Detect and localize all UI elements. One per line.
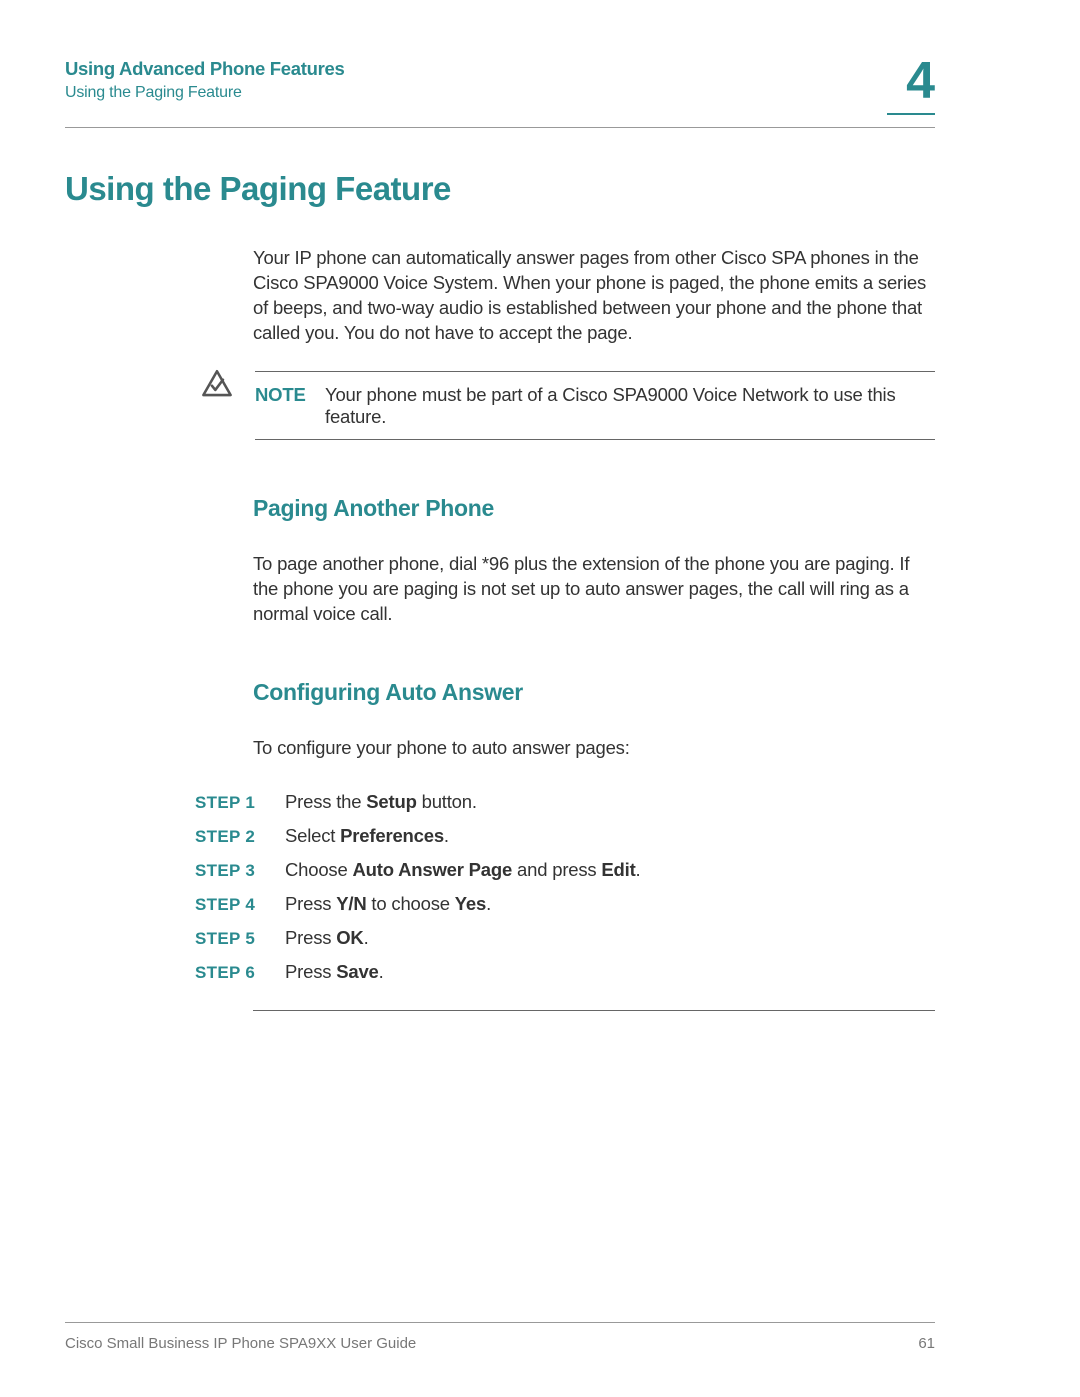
footer-guide-title: Cisco Small Business IP Phone SPA9XX Use… [65, 1335, 416, 1352]
step-row: STEP 1 Press the Setup button. [195, 791, 935, 813]
step-row: STEP 4 Press Y/N to choose Yes. [195, 893, 935, 915]
header-section-title: Using the Paging Feature [65, 84, 345, 102]
header-left: Using Advanced Phone Features Using the … [65, 55, 345, 102]
step-label: STEP 4 [195, 895, 260, 915]
note-block: NOTE Your phone must be part of a Cisco … [200, 371, 935, 440]
step-label: STEP 5 [195, 929, 260, 949]
step-text: Press the Setup button. [285, 791, 477, 813]
note-text: Your phone must be part of a Cisco SPA90… [325, 384, 935, 428]
note-label: NOTE [255, 384, 307, 406]
step-row: STEP 6 Press Save. [195, 961, 935, 983]
page-footer: Cisco Small Business IP Phone SPA9XX Use… [65, 1322, 935, 1352]
step-text: Choose Auto Answer Page and press Edit. [285, 859, 641, 881]
page-header: Using Advanced Phone Features Using the … [65, 55, 935, 125]
step-label: STEP 6 [195, 963, 260, 983]
header-rule [65, 127, 935, 128]
step-text: Press OK. [285, 927, 369, 949]
step-text: Press Save. [285, 961, 384, 983]
note-content: NOTE Your phone must be part of a Cisco … [255, 371, 935, 440]
note-check-icon [200, 369, 234, 399]
step-text: Select Preferences. [285, 825, 449, 847]
footer-page-number: 61 [918, 1335, 935, 1352]
step-label: STEP 1 [195, 793, 260, 813]
steps-list: STEP 1 Press the Setup button. STEP 2 Selec… [195, 791, 935, 983]
step-row: STEP 3 Choose Auto Answer Page and press … [195, 859, 935, 881]
chapter-number: 4 [887, 55, 935, 115]
step-label: STEP 3 [195, 861, 260, 881]
footer-rule [65, 1322, 935, 1323]
subsection-configuring-auto-answer: Configuring Auto Answer [253, 679, 935, 706]
configuring-intro: To configure your phone to auto answer p… [253, 736, 935, 761]
section-heading: Using the Paging Feature [65, 170, 935, 208]
step-label: STEP 2 [195, 827, 260, 847]
header-chapter-title: Using Advanced Phone Features [65, 58, 345, 80]
page: Using Advanced Phone Features Using the … [0, 0, 1080, 1011]
subsection-paging-another-phone: Paging Another Phone [253, 495, 935, 522]
step-row: STEP 5 Press OK. [195, 927, 935, 949]
end-rule [253, 1010, 935, 1011]
step-row: STEP 2 Select Preferences. [195, 825, 935, 847]
intro-paragraph: Your IP phone can automatically answer p… [253, 246, 935, 346]
paging-another-phone-text: To page another phone, dial *96 plus the… [253, 552, 935, 627]
step-text: Press Y/N to choose Yes. [285, 893, 491, 915]
